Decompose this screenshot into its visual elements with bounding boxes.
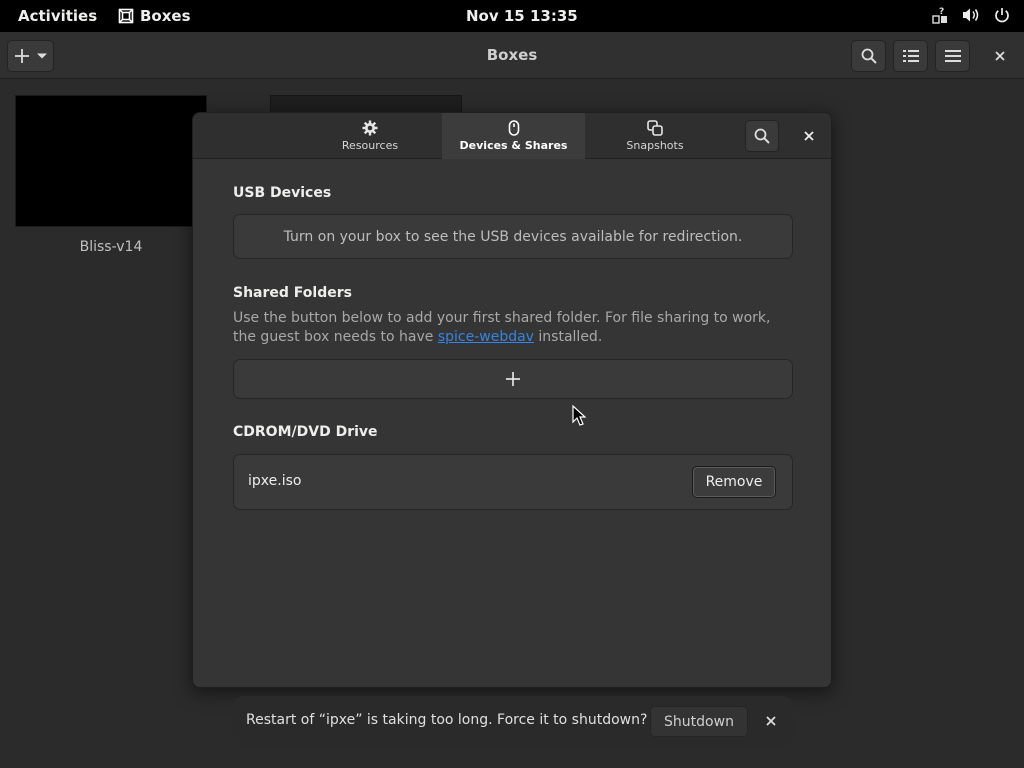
list-view-icon (902, 50, 919, 62)
network-unknown-icon: ? (932, 7, 947, 24)
cdrom-file-name: ipxe.iso (248, 473, 302, 489)
window-close-button[interactable] (990, 46, 1010, 66)
mouse-pointer-icon (572, 405, 586, 426)
main-menu-button[interactable] (935, 40, 970, 72)
system-tray[interactable]: ? (932, 6, 1010, 24)
gear-icon (362, 120, 378, 136)
power-icon (995, 8, 1009, 23)
tab-snapshots[interactable]: Snapshots (585, 113, 725, 159)
spice-webdav-link[interactable]: spice-webdav (438, 329, 534, 345)
list-view-button[interactable] (893, 40, 928, 72)
mouse-icon (508, 120, 519, 136)
cdrom-panel: ipxe.iso Remove (233, 454, 793, 510)
search-icon (861, 48, 877, 64)
gnome-top-bar: Activities Boxes Nov 15 13:35 ? (0, 0, 1024, 32)
add-shared-folder-button[interactable] (233, 359, 793, 399)
dialog-search-button[interactable] (745, 120, 779, 152)
shared-folders-desc-end: installed. (533, 329, 603, 345)
notification-close-button[interactable] (762, 712, 780, 730)
shutdown-button[interactable]: Shutdown (650, 706, 748, 737)
close-icon (804, 131, 814, 141)
box-properties-dialog: Resources Devices & Shares Snapshots USB… (192, 112, 832, 688)
clock[interactable]: Nov 15 13:35 (466, 7, 578, 25)
activities-button[interactable]: Activities (18, 7, 97, 25)
cdrom-heading: CDROM/DVD Drive (233, 424, 378, 440)
usb-devices-heading: USB Devices (233, 185, 332, 201)
search-icon (754, 128, 770, 144)
restart-notification: Restart of “ipxe” is taking too long. Fo… (232, 696, 794, 746)
boxes-header-bar: Boxes (0, 32, 1024, 79)
shared-folders-heading: Shared Folders (233, 285, 352, 301)
app-menu-label: Boxes (140, 7, 191, 25)
dialog-header: Resources Devices & Shares Snapshots (193, 113, 831, 159)
svg-text:?: ? (939, 7, 944, 17)
box-name-label: Bliss-v14 (79, 239, 143, 255)
tab-resources[interactable]: Resources (299, 113, 441, 159)
close-icon (995, 51, 1005, 61)
dialog-close-button[interactable] (799, 126, 819, 146)
usb-devices-message: Turn on your box to see the USB devices … (283, 228, 743, 245)
shared-folders-description: Use the button below to add your first s… (233, 309, 793, 347)
snapshots-icon (647, 120, 663, 136)
tab-devices-shares-label: Devices & Shares (459, 139, 568, 152)
box-thumbnail[interactable] (15, 95, 207, 227)
tab-devices-shares[interactable]: Devices & Shares (442, 113, 585, 159)
hamburger-menu-icon (944, 50, 961, 62)
search-button[interactable] (851, 40, 886, 72)
volume-icon (963, 8, 979, 22)
app-menu[interactable]: Boxes (118, 7, 191, 25)
remove-cdrom-button[interactable]: Remove (692, 466, 776, 498)
tab-resources-label: Resources (341, 139, 399, 152)
plus-icon (506, 372, 520, 386)
tab-snapshots-label: Snapshots (626, 139, 684, 152)
close-icon (766, 716, 776, 726)
boxes-app-icon (118, 8, 134, 24)
usb-devices-panel: Turn on your box to see the USB devices … (233, 214, 793, 259)
notification-message: Restart of “ipxe” is taking too long. Fo… (246, 712, 648, 728)
